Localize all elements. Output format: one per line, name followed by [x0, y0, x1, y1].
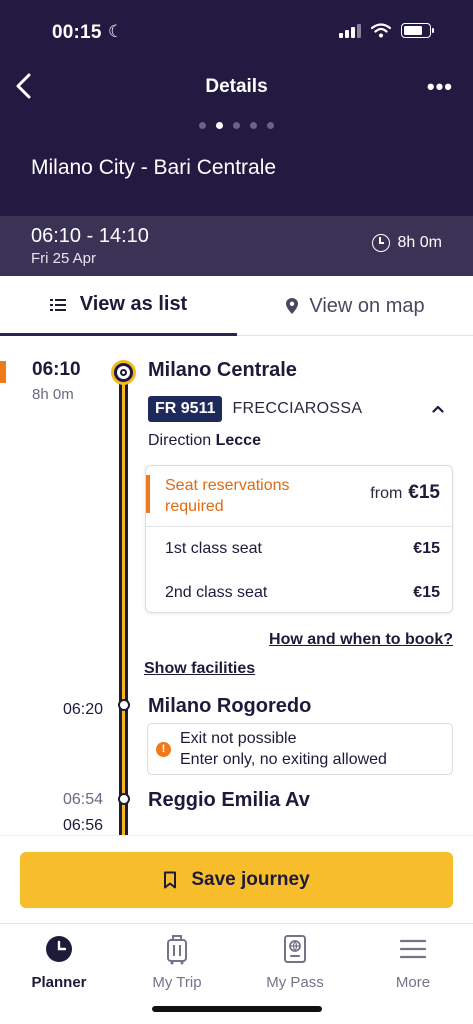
duration-value: 8h 0m	[397, 234, 442, 251]
page-title: Details	[205, 76, 268, 97]
moon-icon: ☾	[108, 22, 124, 41]
tab-my-trip[interactable]: My Trip	[118, 932, 236, 991]
page-indicator	[0, 122, 473, 129]
show-facilities-link[interactable]: Show facilities	[144, 660, 255, 678]
tab-my-pass-label: My Pass	[266, 974, 324, 991]
chevron-up-icon[interactable]	[432, 403, 444, 415]
page-dot[interactable]	[199, 122, 206, 129]
seat-warning-bar	[146, 475, 150, 513]
travel-date: Fri 25 Apr	[31, 250, 97, 267]
signal-icon	[339, 22, 361, 38]
departure-station: Milano Centrale	[148, 359, 297, 381]
bookmark-icon	[164, 871, 177, 889]
tab-more-label: More	[395, 974, 431, 991]
tab-planner[interactable]: Planner	[0, 932, 118, 991]
train-direction: Direction Lecce	[148, 432, 261, 450]
seat-reservation-card[interactable]: Seat reservations required from €15 1st c…	[145, 465, 453, 613]
nav-bar: Details •••	[0, 66, 473, 110]
route-title: Milano City - Bari Centrale	[31, 156, 277, 179]
battery-icon	[401, 22, 434, 38]
list-icon	[49, 298, 66, 311]
tab-view-on-map[interactable]: View on map	[237, 276, 473, 336]
warning-detail: Enter only, no exiting allowed	[180, 751, 387, 768]
tab-my-pass[interactable]: My Pass	[236, 932, 354, 991]
seat-class-label: 2nd class seat	[165, 584, 268, 601]
time-range: 06:10 - 14:10	[31, 225, 149, 247]
clock-icon	[371, 234, 390, 252]
tab-more[interactable]: More	[354, 932, 472, 991]
header: 00:15 ☾ Details ••• Milano City - Bari C…	[0, 0, 473, 216]
passport-icon	[284, 935, 306, 963]
luggage-icon	[167, 935, 187, 965]
departure-time: 06:10	[32, 359, 81, 380]
page-dot[interactable]	[267, 122, 274, 129]
seat-class-label: 1st class seat	[165, 540, 262, 557]
stop-departure-time: 06:56	[62, 817, 103, 834]
current-leg-marker	[0, 361, 6, 383]
status-time: 00:15	[52, 22, 102, 43]
from-label: from	[370, 485, 403, 502]
seat-required-text: Seat reservations required	[165, 477, 290, 515]
tab-view-as-list[interactable]: View as list	[0, 276, 237, 336]
more-options-button[interactable]: •••	[427, 74, 453, 100]
train-info: FR 9511 FRECCIAROSSA	[148, 396, 362, 422]
view-tabs: View as list View on map	[0, 276, 473, 336]
save-bar: Save journey	[0, 835, 473, 923]
direction-label: Direction	[148, 432, 212, 449]
seat-from-price: from €15	[370, 482, 440, 504]
tab-list-label: View as list	[79, 293, 188, 315]
seat-class-price: €15	[413, 584, 440, 601]
duration: 8h 0m	[371, 234, 442, 252]
stop-name: Milano Rogoredo	[148, 695, 312, 717]
stop-time: 06:20	[62, 701, 103, 718]
departure-duration: 8h 0m	[32, 386, 74, 403]
save-journey-button[interactable]: Save journey	[20, 852, 453, 908]
save-journey-label: Save journey	[191, 869, 310, 890]
stop-arrival-time: 06:54	[62, 791, 103, 808]
wifi-icon	[371, 22, 391, 37]
from-price: €15	[408, 482, 440, 503]
stop-node	[118, 793, 130, 805]
warning-title: Exit not possible	[180, 730, 297, 747]
status-bar: 00:15 ☾	[0, 18, 473, 48]
stop-name: Reggio Emilia Av	[148, 789, 310, 811]
train-number-badge: FR 9511	[148, 396, 223, 422]
seat-row-first-class[interactable]: 1st class seat €15	[146, 528, 452, 571]
seat-reservation-header: Seat reservations required from €15	[146, 466, 452, 527]
seat-class-price: €15	[413, 540, 440, 557]
direction-value: Lecce	[215, 432, 261, 449]
journey-summary: 06:10 - 14:10 Fri 25 Apr 8h 0m	[0, 216, 473, 276]
route-line	[119, 373, 128, 835]
map-pin-icon	[286, 298, 299, 314]
home-indicator	[152, 1006, 322, 1012]
stop-node	[118, 699, 130, 711]
train-name: FRECCIAROSSA	[232, 400, 363, 417]
tab-map-label: View on map	[309, 294, 425, 317]
page-dot[interactable]	[250, 122, 257, 129]
seat-row-second-class[interactable]: 2nd class seat €15	[146, 572, 452, 612]
how-to-book-link[interactable]: How and when to book?	[269, 631, 453, 649]
page-dot-active[interactable]	[216, 122, 223, 129]
tab-planner-label: Planner	[31, 974, 87, 991]
clock-icon	[46, 936, 72, 962]
exit-warning-card: ! Exit not possible Enter only, no exiti…	[147, 723, 453, 775]
page-dot[interactable]	[233, 122, 240, 129]
status-icons	[339, 22, 434, 38]
warning-icon: !	[156, 742, 171, 757]
journey-timeline: 06:10 8h 0m Milano Centrale FR 9511 FREC…	[0, 337, 473, 835]
menu-icon	[400, 939, 426, 959]
departure-node	[114, 363, 133, 382]
tab-my-trip-label: My Trip	[152, 974, 202, 991]
